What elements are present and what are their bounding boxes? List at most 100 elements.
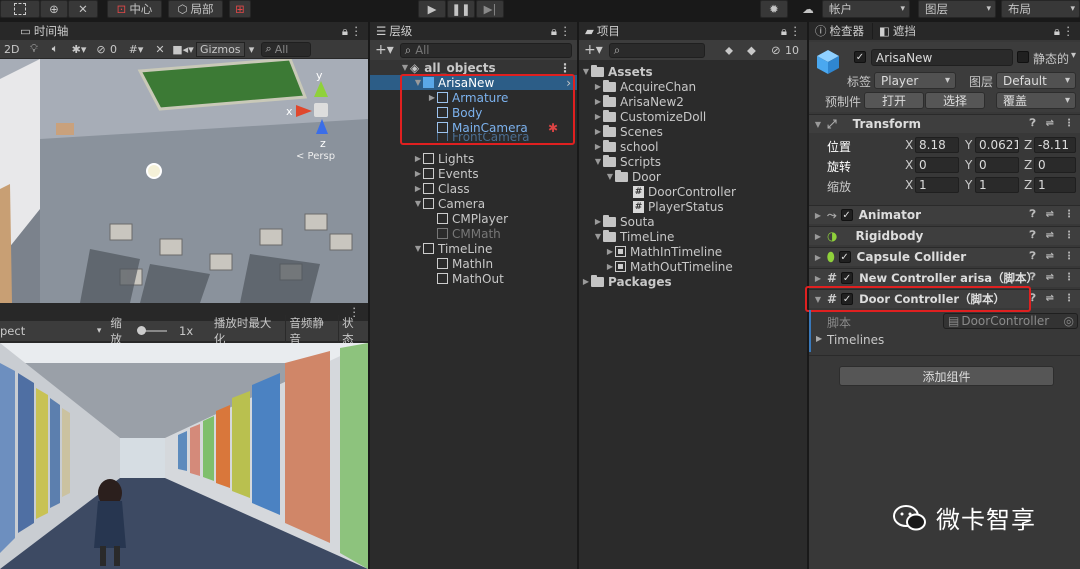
scene-tab[interactable]: ▭ 时间轴 🔒︎ ⋮	[0, 22, 368, 40]
component-new-controller[interactable]: ▶ # ✓ New Controller arisa（脚本） ❓︎ ⇌ ⋮	[809, 268, 1080, 287]
preset-icon[interactable]: ⇌	[1046, 209, 1054, 220]
object-picker-icon[interactable]: ◎	[1064, 314, 1074, 328]
axis-z-cone[interactable]	[316, 119, 328, 134]
position-x-field[interactable]: 8.18	[915, 137, 959, 153]
gizmos-button[interactable]: Gizmos	[196, 41, 245, 57]
scene-root-row[interactable]: ▼ ◈ all_objects ⋮	[370, 60, 577, 75]
layout-dropdown[interactable]: 布局 ▾	[1001, 0, 1080, 18]
tab-occlusion[interactable]: ◧ 遮挡	[872, 23, 916, 39]
services-button[interactable]: ✹	[760, 0, 788, 18]
preset-icon[interactable]: ⇌	[1046, 251, 1054, 262]
folder-souta[interactable]: ▶ Souta	[593, 214, 655, 229]
scale-x-field[interactable]: 1	[915, 177, 959, 193]
lock-icon[interactable]: 🔒︎	[781, 24, 787, 39]
more-icon[interactable]: ⋮	[1064, 251, 1074, 262]
expand-arrow-icon[interactable]: ▶	[581, 277, 591, 286]
help-icon[interactable]: ❓︎	[1030, 230, 1036, 241]
more-icon[interactable]: ⋮	[1064, 293, 1074, 304]
tree-item-camera[interactable]: ▼ Camera	[413, 196, 485, 211]
rotation-z-field[interactable]: 0	[1034, 157, 1076, 173]
help-icon[interactable]: ❓︎	[1030, 118, 1036, 129]
project-search-input[interactable]: ⌕	[608, 42, 705, 58]
effects-icon[interactable]: ✱▾	[66, 43, 92, 56]
persp-label[interactable]: < Persp	[296, 151, 335, 162]
more-icon[interactable]: ⋮	[1063, 24, 1075, 38]
hierarchy-search-input[interactable]: ⌕ All	[399, 42, 572, 58]
rotation-x-field[interactable]: 0	[915, 157, 959, 173]
camera-icon[interactable]: ■◂▾	[170, 43, 196, 56]
more-icon[interactable]: ⋮	[1064, 118, 1074, 129]
expand-arrow-icon[interactable]: ▶	[813, 253, 823, 262]
file-doorcontroller[interactable]: # DoorController	[633, 184, 736, 199]
grid-snap-button[interactable]: ⊞	[229, 0, 251, 18]
preset-icon[interactable]: ⇌	[1046, 230, 1054, 241]
more-icon[interactable]: ⋮	[790, 24, 802, 38]
scene-search-input[interactable]: ⌕ All	[260, 41, 311, 57]
expand-arrow-icon[interactable]: ▶	[813, 211, 823, 220]
lock-icon[interactable]: 🔒︎	[551, 24, 557, 39]
layer-dropdown[interactable]: Default	[996, 72, 1076, 89]
folder-arisanew2[interactable]: ▶ ArisaNew2	[593, 94, 684, 109]
local-button[interactable]: ⬡ 局部	[168, 0, 223, 18]
expand-arrow-icon[interactable]: ▶	[605, 262, 615, 271]
folder-customizedoll[interactable]: ▶ CustomizeDoll	[593, 109, 706, 124]
position-z-field[interactable]: -8.11	[1034, 137, 1076, 153]
more-icon[interactable]: ⋮	[560, 24, 572, 38]
scale-z-field[interactable]: 1	[1034, 177, 1076, 193]
tree-item-cmmath[interactable]: CMMath	[437, 226, 501, 241]
expand-arrow-icon[interactable]: ▼	[581, 67, 591, 76]
filter-label-icon[interactable]: ◆	[747, 43, 756, 57]
grid-toggle-icon[interactable]: #▾	[122, 43, 150, 56]
transform-header[interactable]: ▼ ⤢ Transform ❓︎ ⇌ ⋮	[809, 114, 1080, 133]
expand-arrow-icon[interactable]: ▶	[593, 97, 603, 106]
folder-assets[interactable]: ▼ Assets	[581, 64, 653, 79]
lock-icon[interactable]: 🔒︎	[342, 24, 348, 39]
expand-arrow-icon[interactable]: ▶	[813, 232, 823, 241]
tree-item-timeline[interactable]: ▼ TimeLine	[413, 241, 492, 256]
prefab-open-button[interactable]: 打开	[864, 92, 924, 109]
folder-door[interactable]: ▼ Door	[605, 169, 661, 184]
pause-button[interactable]: ❚❚	[447, 0, 475, 18]
expand-arrow-icon[interactable]: ▼	[413, 244, 423, 253]
expand-arrow-icon[interactable]: ▼	[593, 157, 603, 166]
tools-button[interactable]: ✕	[68, 0, 98, 18]
global-tool-button[interactable]: ⊕	[40, 0, 68, 18]
folder-packages[interactable]: ▶ Packages	[581, 274, 672, 289]
active-checkbox[interactable]: ✓	[854, 51, 866, 63]
step-button[interactable]: ▶|	[476, 0, 504, 18]
expand-arrow-icon[interactable]: ▼	[813, 120, 823, 129]
help-icon[interactable]: ❓︎	[1030, 272, 1036, 283]
tag-dropdown[interactable]: Player	[874, 72, 956, 89]
add-button[interactable]: +▾	[584, 42, 603, 58]
axis-y-cone[interactable]	[314, 81, 328, 97]
folder-timeline[interactable]: ▼ TimeLine	[593, 229, 674, 244]
preset-icon[interactable]: ⇌	[1046, 272, 1054, 283]
pivot-center-button[interactable]: ⊡ 中心	[107, 0, 162, 18]
prefab-overrides-dropdown[interactable]: 覆盖	[996, 92, 1076, 109]
gizmos-dropdown-icon[interactable]: ▾	[245, 43, 259, 56]
tree-item-lights[interactable]: ▶ Lights	[413, 151, 474, 166]
hierarchy-tab[interactable]: ☰ 层级 🔒︎ ⋮	[370, 22, 577, 40]
expand-arrow-icon[interactable]: ▶	[813, 274, 823, 283]
project-tab[interactable]: ▰ 项目 🔒︎ ⋮	[579, 22, 807, 40]
object-name-field[interactable]: ArisaNew	[871, 49, 1013, 66]
rotation-y-field[interactable]: 0	[975, 157, 1019, 173]
expand-arrow-icon[interactable]: ▶	[413, 184, 423, 193]
orientation-gizmo[interactable]: y x z	[286, 69, 360, 150]
component-rigidbody[interactable]: ▶ ◑ Rigidbody ❓︎ ⇌ ⋮	[809, 226, 1080, 245]
folder-scripts[interactable]: ▼ Scripts	[593, 154, 661, 169]
tree-item-mathin[interactable]: MathIn	[437, 256, 493, 271]
game-viewport[interactable]	[0, 343, 368, 569]
file-mathintimeline[interactable]: ▶ MathInTimeline	[605, 244, 722, 259]
scale-y-field[interactable]: 1	[975, 177, 1019, 193]
hidden-objects-icon[interactable]: ⊘	[92, 43, 110, 56]
play-button[interactable]: ▶	[418, 0, 446, 18]
folder-school[interactable]: ▶ school	[593, 139, 658, 154]
file-mathouttimeline[interactable]: ▶ MathOutTimeline	[605, 259, 733, 274]
tab-inspector[interactable]: ⓘ 检查器	[815, 23, 872, 39]
component-capsule-collider[interactable]: ▶ ⬮ ✓ Capsule Collider ❓︎ ⇌ ⋮	[809, 247, 1080, 266]
static-dropdown-icon[interactable]: ▾	[1071, 50, 1076, 61]
expand-arrow-icon[interactable]: ▼	[413, 199, 423, 208]
position-y-field[interactable]: 0.06214	[975, 137, 1019, 153]
layers-dropdown[interactable]: 图层 ▾	[918, 0, 996, 18]
